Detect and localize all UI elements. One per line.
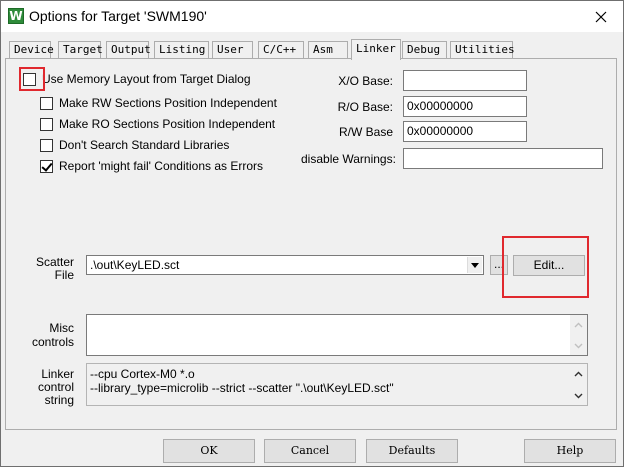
misc-scrollbar[interactable]: [570, 315, 587, 355]
ro-base-input[interactable]: 0x00000000: [403, 96, 527, 117]
combo-dropdown-button[interactable]: [467, 257, 482, 273]
linker-control-label-line3: string: [44, 393, 74, 407]
ro-base-label: R/O Base:: [337, 100, 393, 114]
highlight-box-checkbox: [19, 67, 45, 91]
xo-base-label: X/O Base:: [338, 74, 393, 88]
rw-base-label: R/W Base: [338, 125, 393, 139]
linker-control-label-line1: Linker: [41, 367, 74, 381]
defaults-button[interactable]: Defaults: [366, 439, 458, 463]
dont-search-std-libs-label: Don't Search Standard Libraries: [59, 138, 230, 152]
tab-asm[interactable]: Asm: [308, 41, 348, 59]
rw-independent-checkbox[interactable]: [40, 96, 53, 110]
tab-debug[interactable]: Debug: [402, 41, 447, 59]
scroll-down-button[interactable]: [570, 337, 587, 354]
chevron-up-icon: [574, 371, 583, 376]
tab-utilities[interactable]: Utilities: [450, 41, 515, 59]
linker-control-line1: --cpu Cortex-M0 *.o: [90, 367, 195, 381]
title-bar: W Options for Target 'SWM190': [1, 1, 623, 32]
close-button[interactable]: [579, 1, 623, 32]
linker-control-scrollbar[interactable]: [570, 364, 587, 405]
ro-independent-option[interactable]: Make RO Sections Position Independent: [40, 116, 275, 132]
tab-listing[interactable]: Listing: [154, 41, 209, 59]
scatter-label-line1: Scatter: [35, 255, 74, 269]
cancel-button[interactable]: Cancel: [264, 439, 356, 463]
might-fail-errors-label: Report 'might fail' Conditions as Errors: [59, 159, 263, 173]
tab-device[interactable]: Device: [9, 41, 54, 59]
options-dialog: W Options for Target 'SWM190' Device Tar…: [0, 0, 624, 467]
close-icon: [595, 11, 607, 22]
rw-independent-option[interactable]: Make RW Sections Position Independent: [40, 95, 277, 111]
might-fail-errors-option[interactable]: Report 'might fail' Conditions as Errors: [40, 158, 263, 174]
linker-control-line2: --library_type=microlib --strict --scatt…: [90, 381, 394, 395]
xo-base-input[interactable]: [403, 70, 527, 91]
disable-warnings-label: disable Warnings:: [301, 152, 396, 166]
scroll-down-button[interactable]: [570, 387, 587, 404]
misc-label-line2: controls: [31, 335, 74, 349]
chevron-up-icon: [574, 322, 583, 327]
linker-control-textarea[interactable]: --cpu Cortex-M0 *.o --library_type=micro…: [86, 363, 588, 406]
linker-control-label-line2: control: [37, 380, 74, 394]
chevron-down-icon: [471, 262, 479, 268]
tab-c-cpp[interactable]: C/C++: [258, 41, 304, 59]
might-fail-errors-checkbox[interactable]: [40, 159, 53, 173]
use-memory-layout-option[interactable]: Use Memory Layout from Target Dialog: [23, 71, 251, 87]
misc-label-line1: Misc: [49, 321, 74, 335]
disable-warnings-input[interactable]: [403, 148, 603, 169]
chevron-down-icon: [574, 393, 583, 398]
tab-user[interactable]: User: [212, 41, 253, 59]
scroll-up-button[interactable]: [570, 316, 587, 333]
rw-base-input[interactable]: 0x00000000: [403, 121, 527, 142]
use-memory-layout-label: Use Memory Layout from Target Dialog: [42, 72, 251, 86]
scatter-file-value: .\out\KeyLED.sct: [90, 258, 180, 272]
dont-search-std-libs-option[interactable]: Don't Search Standard Libraries: [40, 137, 229, 153]
tab-target[interactable]: Target: [58, 41, 103, 59]
highlight-box-edit: [502, 236, 589, 298]
rw-independent-label: Make RW Sections Position Independent: [59, 96, 277, 110]
ro-independent-label: Make RO Sections Position Independent: [59, 117, 276, 131]
window-title: Options for Target 'SWM190': [29, 8, 207, 24]
app-icon: W: [8, 8, 24, 24]
ok-button[interactable]: OK: [163, 439, 255, 463]
ro-independent-checkbox[interactable]: [40, 117, 53, 131]
scatter-label-line2: File: [54, 268, 74, 282]
scatter-file-combo[interactable]: .\out\KeyLED.sct: [86, 255, 484, 275]
help-button[interactable]: Help: [524, 439, 616, 463]
tab-linker[interactable]: Linker: [351, 39, 401, 60]
tab-output[interactable]: Output: [106, 41, 151, 59]
misc-controls-textarea[interactable]: [86, 314, 588, 356]
dont-search-std-libs-checkbox[interactable]: [40, 138, 53, 152]
scroll-up-button[interactable]: [570, 365, 587, 382]
chevron-down-icon: [574, 343, 583, 348]
